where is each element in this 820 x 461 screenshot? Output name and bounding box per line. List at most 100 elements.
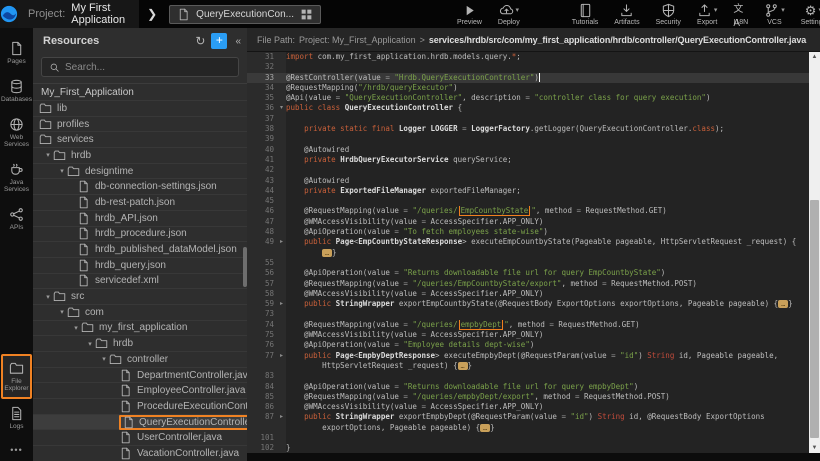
line-number[interactable]: 47 <box>247 217 277 227</box>
rail-item-logs[interactable]: Logs <box>1 399 32 437</box>
preview-button[interactable]: Preview <box>449 0 490 28</box>
code-line-59[interactable]: 59▸ public StringWrapper exportEmpCountb… <box>247 299 809 309</box>
line-number[interactable]: 32 <box>247 62 277 72</box>
code-line-75[interactable]: 75 @WMAccessVisibility(value = AccessSpe… <box>247 330 809 340</box>
line-number[interactable]: 56 <box>247 268 277 278</box>
tree-item-vacationcontroller-java[interactable]: VacationController.java <box>33 446 247 461</box>
code-line-39[interactable]: 39 <box>247 134 809 144</box>
line-number[interactable]: 101 <box>247 433 277 443</box>
code-line-continuation[interactable]: …} <box>247 248 809 258</box>
line-number[interactable]: 85 <box>247 392 277 402</box>
editor-scrollbar-thumb[interactable] <box>810 200 819 438</box>
line-number[interactable]: 83 <box>247 371 277 381</box>
deploy-button[interactable]: ▾ Deploy <box>490 0 528 28</box>
line-number[interactable]: 59 <box>247 299 277 309</box>
tree-expand-open-icon[interactable]: ▾ <box>57 167 67 175</box>
line-number[interactable]: 36 <box>247 103 277 113</box>
code-line-42[interactable]: 42 <box>247 165 809 175</box>
refresh-icon[interactable]: ↻ <box>195 34 205 48</box>
code-line-76[interactable]: 76 @ApiOperation(value = "Employee detai… <box>247 340 809 350</box>
tree-item-db-connection-settings-json[interactable]: db-connection-settings.json <box>33 179 247 195</box>
artifacts-button[interactable]: Artifacts <box>606 0 647 28</box>
i18n-button[interactable]: 文A I18N <box>725 0 756 28</box>
code-line-58[interactable]: 58 @WMAccessVisibility(value = AccessSpe… <box>247 289 809 299</box>
export-button[interactable]: ▾ Export <box>689 0 726 28</box>
code-line-56[interactable]: 56 @ApiOperation(value = "Returns downlo… <box>247 268 809 278</box>
code-line-43[interactable]: 43 @Autowired <box>247 176 809 186</box>
code-line-32[interactable]: 32 <box>247 62 809 72</box>
code-line-46[interactable]: 46 @RequestMapping(value = "/queries/Emp… <box>247 206 809 216</box>
tree-item-procedureexecutioncontroller-java[interactable]: ProcedureExecutionController.java <box>33 399 247 415</box>
line-number[interactable]: 77 <box>247 351 277 361</box>
security-button[interactable]: Security <box>648 0 689 28</box>
line-number[interactable]: 44 <box>247 186 277 196</box>
line-number[interactable] <box>247 423 277 433</box>
rail-item-web-services[interactable]: Web Services <box>1 110 32 155</box>
line-number[interactable]: 76 <box>247 340 277 350</box>
code-lines[interactable]: 31import com.my_first_application.hrdb.m… <box>247 52 809 453</box>
code-line-49[interactable]: 49▸ public Page<EmpCountbyStateResponse>… <box>247 237 809 247</box>
code-line-85[interactable]: 85 @RequestMapping(value = "/queries/emp… <box>247 392 809 402</box>
project-section[interactable]: Project: My First Application <box>18 0 139 28</box>
tree-item-designtime[interactable]: ▾designtime <box>33 164 247 180</box>
code-line-continuation[interactable]: exportOptions, Pageable pageable) {…} <box>247 423 809 433</box>
code-line-38[interactable]: 38 private static final Logger LOGGER = … <box>247 124 809 134</box>
tree-item-db-rest-patch-json[interactable]: db-rest-patch.json <box>33 195 247 211</box>
rail-item-apis[interactable]: APIs <box>1 200 32 238</box>
tree-item-my-first-application[interactable]: ▾my_first_application <box>33 321 247 337</box>
line-number[interactable]: 39 <box>247 134 277 144</box>
tree-item-hrdb[interactable]: ▾hrdb <box>33 336 247 352</box>
scroll-down-icon[interactable]: ▼ <box>809 443 820 453</box>
folded-code-icon[interactable]: … <box>778 300 788 308</box>
code-line-34[interactable]: 34@RequestMapping("/hrdb/queryExecutor") <box>247 83 809 93</box>
tree-item-queryexecutioncontroller-java[interactable]: QueryExecutionController.java <box>33 415 247 431</box>
settings-button[interactable]: ⚙ ▾ Settings <box>793 0 820 28</box>
line-number[interactable] <box>247 361 277 371</box>
line-number[interactable]: 58 <box>247 289 277 299</box>
code-line-36[interactable]: 36▾public class QueryExecutionController… <box>247 103 809 113</box>
tutorials-button[interactable]: Tutorials <box>564 0 607 28</box>
line-number[interactable]: 38 <box>247 124 277 134</box>
line-number[interactable]: 86 <box>247 402 277 412</box>
code-line-86[interactable]: 86 @WMAccessVisibility(value = AccessSpe… <box>247 402 809 412</box>
code-line-47[interactable]: 47 @WMAccessVisibility(value = AccessSpe… <box>247 217 809 227</box>
code-line-48[interactable]: 48 @ApiOperation(value = "To fetch emplo… <box>247 227 809 237</box>
line-number[interactable]: 37 <box>247 114 277 124</box>
tree-item-hrdb-procedure-json[interactable]: hrdb_procedure.json <box>33 227 247 243</box>
code-line-41[interactable]: 41 private HrdbQueryExecutorService quer… <box>247 155 809 165</box>
code-line-74[interactable]: 74 @RequestMapping(value = "/queries/emp… <box>247 320 809 330</box>
tree-expand-open-icon[interactable]: ▾ <box>43 293 53 301</box>
line-number[interactable]: 73 <box>247 309 277 319</box>
line-number[interactable]: 34 <box>247 83 277 93</box>
fold-marker-icon[interactable]: ▸ <box>277 299 286 309</box>
line-number[interactable]: 33 <box>247 73 277 83</box>
line-number[interactable]: 40 <box>247 145 277 155</box>
line-number[interactable]: 75 <box>247 330 277 340</box>
rail-item-pages[interactable]: Pages <box>1 34 32 72</box>
folded-code-icon[interactable]: … <box>480 424 490 432</box>
vcs-button[interactable]: ▾ VCS <box>756 0 793 28</box>
code-line-40[interactable]: 40 @Autowired <box>247 145 809 155</box>
folded-code-icon[interactable]: … <box>322 249 332 257</box>
line-number[interactable]: 102 <box>247 443 277 453</box>
code-line-35[interactable]: 35@Api(value = "QueryExecutionController… <box>247 93 809 103</box>
app-logo[interactable] <box>0 0 18 28</box>
line-number[interactable]: 49 <box>247 237 277 247</box>
fold-marker-icon[interactable]: ▸ <box>277 351 286 361</box>
tree-expand-open-icon[interactable]: ▾ <box>43 151 53 159</box>
line-number[interactable]: 31 <box>247 52 277 62</box>
code-line-102[interactable]: 102} <box>247 443 809 453</box>
tree-item-services[interactable]: services <box>33 132 247 148</box>
code-line-101[interactable]: 101 <box>247 433 809 443</box>
tree-expand-open-icon[interactable]: ▾ <box>85 340 95 348</box>
tree-item-hrdb-query-json[interactable]: hrdb_query.json <box>33 258 247 274</box>
line-number[interactable]: 42 <box>247 165 277 175</box>
code-line-83[interactable]: 83 <box>247 371 809 381</box>
grid-icon[interactable] <box>300 8 313 21</box>
tree-item-controller[interactable]: ▾controller <box>33 352 247 368</box>
code-line-55[interactable]: 55 <box>247 258 809 268</box>
editor-horizontal-scrollbar[interactable] <box>247 453 820 461</box>
fold-marker-icon[interactable]: ▸ <box>277 237 286 247</box>
rail-item-databases[interactable]: Databases <box>1 72 32 110</box>
scroll-up-icon[interactable]: ▲ <box>809 52 820 62</box>
